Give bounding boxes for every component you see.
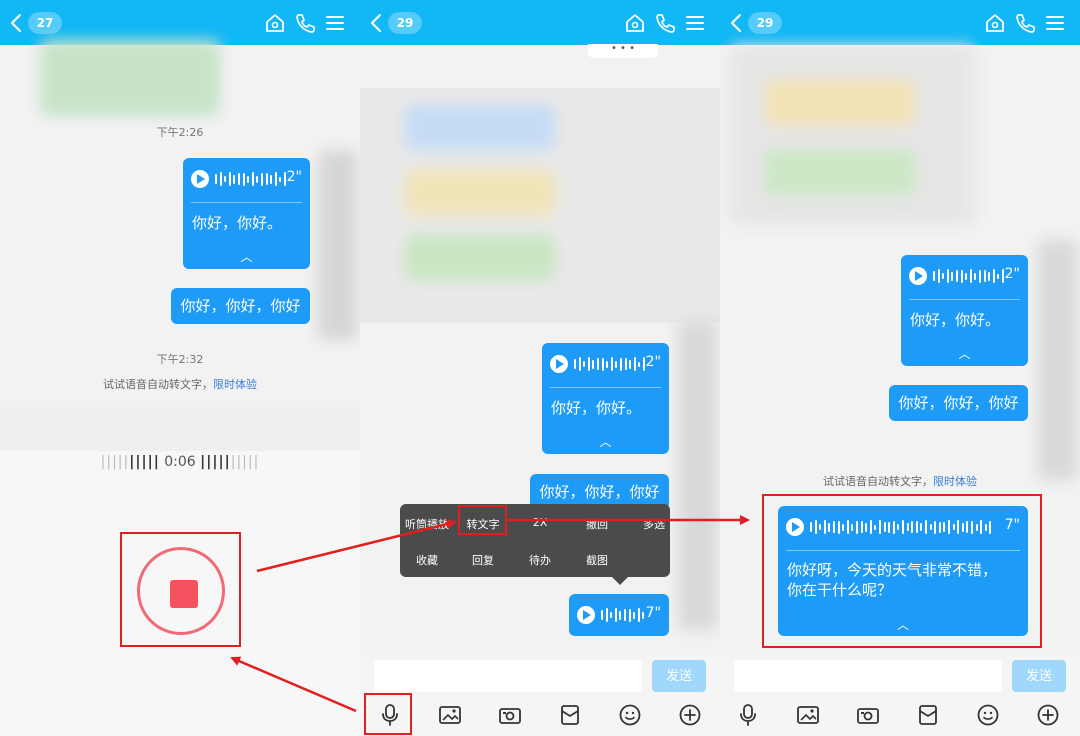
chat-header: 27 [0,0,360,45]
voice-message-bubble[interactable]: 2" 你好，你好。 ︿ [542,343,669,454]
highlight-stop-button [120,532,241,647]
back-icon [370,13,382,33]
voice-transcript: 你好，你好。 [192,214,283,232]
timestamp: 下午2:32 [156,353,204,366]
voice-duration: 2" [1004,266,1020,282]
highlight-transcribe-item [458,505,507,535]
blurred-content [405,105,555,150]
timestamp: 下午2:26 [156,126,204,139]
chat-header: 29 [360,0,720,45]
back-button[interactable]: 29 [730,11,782,35]
waveform-icon [574,357,645,371]
menu-item-favorite[interactable]: 收藏 [397,552,457,568]
voice-message-bubble-selected[interactable]: 7" [569,594,669,636]
play-icon[interactable] [577,606,595,624]
menu-item-multiselect[interactable]: 多选 [624,516,684,532]
message-input[interactable] [374,660,642,692]
blurred-image [40,40,220,116]
back-button[interactable]: 27 [10,11,62,35]
menu-item-speed-2x[interactable]: 2X [510,516,570,529]
voice-transcript: 你好，你好。 [551,399,642,417]
waveform-icon [933,269,1004,283]
blurred-avatar [318,150,358,340]
collapse-caret-icon[interactable]: ︿ [183,248,310,265]
send-button[interactable]: 发送 [1012,660,1066,692]
recording-timer: |||||||||| 0:06 |||||||||| [100,454,260,470]
home-icon[interactable] [984,12,1006,34]
collapse-caret-icon[interactable]: ︿ [542,433,669,450]
message-input[interactable] [734,660,1002,692]
back-icon [730,13,742,33]
menu-icon[interactable] [1044,12,1066,34]
camera-icon[interactable] [498,703,522,727]
panel-context-menu: 29 • • • 2" 你好，你好。 ︿ 你好，你好，你好 7" 发送 [360,0,720,736]
blurred-content [405,235,555,280]
menu-icon[interactable] [684,12,706,34]
play-icon[interactable] [191,170,209,188]
phone-icon[interactable] [1014,12,1036,34]
voice-message-bubble[interactable]: 2" 你好，你好。 ︿ [901,255,1028,366]
back-button[interactable]: 29 [370,11,422,35]
blurred-content [765,80,915,125]
home-icon[interactable] [264,12,286,34]
phone-icon[interactable] [294,12,316,34]
unread-badge: 29 [748,12,782,34]
back-icon [10,13,22,33]
image-icon[interactable] [796,703,820,727]
send-button[interactable]: 发送 [652,660,706,692]
text-message-bubble[interactable]: 你好，你好，你好 [889,385,1028,421]
home-icon[interactable] [624,12,646,34]
image-icon[interactable] [438,703,462,727]
emoji-icon[interactable] [618,703,642,727]
waveform-icon [601,608,645,622]
text-message-bubble[interactable]: 你好，你好，你好 [171,288,310,324]
input-bar: 发送 [720,655,1080,736]
trial-link[interactable]: 限时体验 [213,378,257,391]
camera-icon[interactable] [856,703,880,727]
voice-duration: 7" [645,605,661,621]
input-bar: 发送 [360,655,720,736]
plus-icon[interactable] [1036,703,1060,727]
menu-icon[interactable] [324,12,346,34]
red-packet-icon[interactable] [916,703,940,727]
red-packet-icon[interactable] [558,703,582,727]
unread-badge: 29 [388,12,422,34]
voice-duration: 2" [645,354,661,370]
blurred-avatar [678,320,718,630]
emoji-icon[interactable] [976,703,1000,727]
menu-item-earpiece[interactable]: 听筒播放 [397,516,457,532]
blurred-avatar [1038,240,1078,480]
auto-transcribe-hint: 试试语音自动转文字，限时体验 [823,475,977,488]
voice-duration: 2" [286,169,302,185]
chat-header: 29 [720,0,1080,45]
waveform-icon [215,172,286,186]
more-dots-icon: • • • [588,44,658,58]
blurred-content [765,150,915,195]
voice-message-bubble[interactable]: 2" 你好，你好。 ︿ [183,158,310,269]
unread-badge: 27 [28,12,62,34]
blurred-content [405,170,555,215]
highlight-transcribed-message [762,494,1042,648]
message-context-menu: 听筒播放 转文字 2X 撤回 多选 收藏 回复 待办 截图 [400,504,670,577]
menu-item-reply[interactable]: 回复 [453,552,513,568]
voice-transcript: 你好，你好。 [910,311,1001,329]
plus-icon[interactable] [678,703,702,727]
play-icon[interactable] [550,355,568,373]
microphone-icon[interactable] [736,703,760,727]
menu-item-screenshot[interactable]: 截图 [567,552,627,568]
menu-item-recall[interactable]: 撤回 [567,516,627,532]
play-icon[interactable] [909,267,927,285]
collapse-caret-icon[interactable]: ︿ [901,345,1028,362]
phone-icon[interactable] [654,12,676,34]
menu-item-todo[interactable]: 待办 [510,552,570,568]
highlight-microphone [364,693,412,735]
auto-transcribe-hint: 试试语音自动转文字，限时体验 [103,378,257,391]
trial-link[interactable]: 限时体验 [933,475,977,488]
